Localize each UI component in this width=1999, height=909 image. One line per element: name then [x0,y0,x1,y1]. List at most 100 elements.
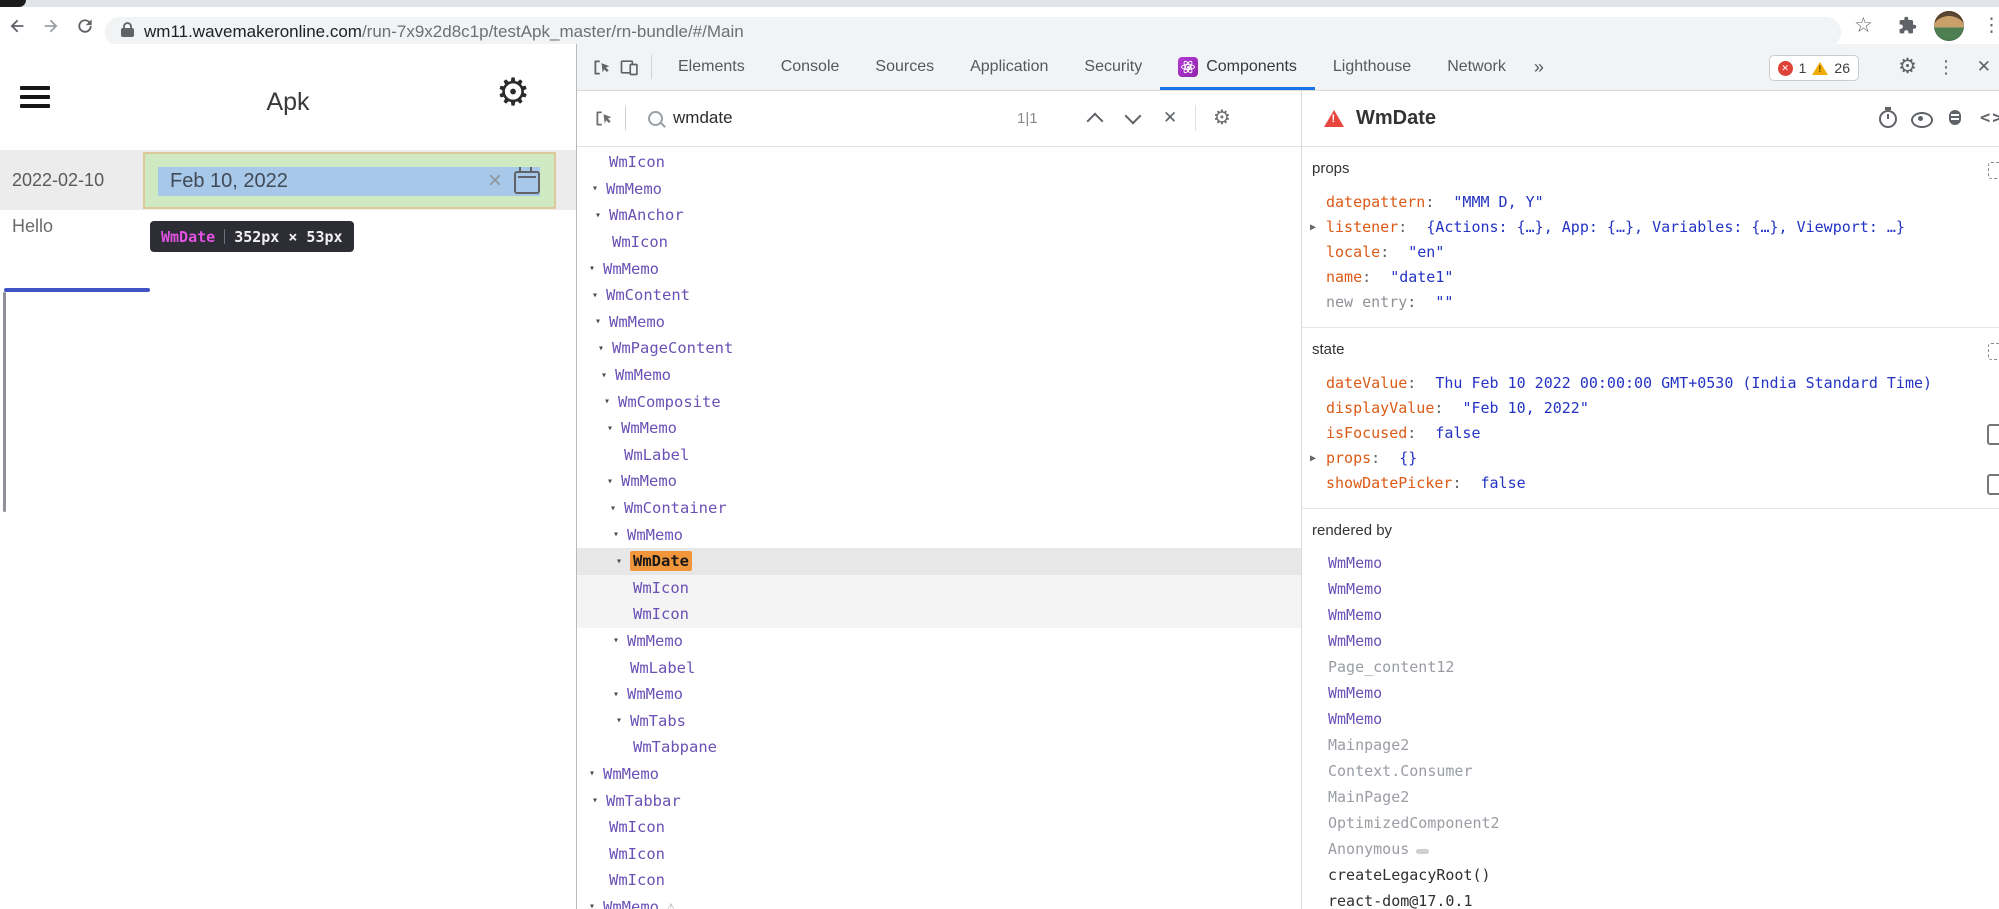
state-row[interactable]: showDatePicker false [1302,471,1999,496]
tree-row[interactable]: WmIcon ⚠ [577,814,1301,841]
components-settings-icon[interactable]: ⚙ [1213,90,1231,146]
tree-row[interactable]: WmLabel ⚠ [577,654,1301,681]
tree-row[interactable]: WmMemo ⚠ [577,468,1301,495]
state-row[interactable]: displayValue "Feb 10, 2022" [1302,396,1999,421]
tree-row[interactable]: WmAnchor ⚠ [577,202,1301,229]
tree-row[interactable]: WmDate ⚠ [577,548,1301,575]
prop-value[interactable]: {Actions: {…}, App: {…}, Variables: {…},… [1426,218,1905,236]
rendered-by-item[interactable]: WmMemo [1302,680,1999,706]
expand-arrow-icon[interactable] [610,503,624,514]
tree-row[interactable]: WmMemo ⚠ [577,628,1301,655]
view-source-icon[interactable]: <> [1980,90,1999,146]
date-input[interactable]: Feb 10, 2022 × [158,167,540,196]
state-value[interactable]: false [1435,424,1480,442]
app-settings-gear-icon[interactable]: ⚙ [496,74,530,112]
tree-row[interactable]: WmTabs ⚠ [577,707,1301,734]
extensions-icon[interactable] [1898,16,1917,40]
rendered-by-item[interactable]: WmMemo [1302,550,1999,576]
tree-row[interactable]: WmIcon ⚠ [577,229,1301,256]
rendered-by-item[interactable]: WmMemo [1302,628,1999,654]
forward-button[interactable] [34,15,68,37]
bookmark-star-icon[interactable]: ☆ [1854,7,1873,44]
prop-row[interactable]: datepattern "MMM D, Y" [1302,190,1999,215]
tree-row[interactable]: WmIcon ⚠ [577,575,1301,602]
expand-arrow-icon[interactable] [589,901,603,909]
component-search-input[interactable]: wmdate [673,108,733,128]
tree-row[interactable]: WmContainer ⚠ [577,495,1301,522]
prop-row[interactable]: name "date1" [1302,265,1999,290]
devtools-tab[interactable]: Elements [660,44,763,90]
expand-arrow-icon[interactable] [589,263,603,274]
tree-row[interactable]: WmIcon ⚠ [577,601,1301,628]
devtools-tab[interactable]: Sources [857,44,952,90]
devtools-tab[interactable]: Application [952,44,1066,90]
prop-value[interactable]: "en" [1408,243,1444,261]
back-button[interactable] [0,15,34,37]
debug-icon[interactable] [1949,110,1961,125]
rendered-by-item[interactable]: MainPage2 [1302,784,1999,810]
rendered-by-item[interactable]: createLegacyRoot() [1302,862,1999,888]
prop-row[interactable]: listener {Actions: {…}, App: {…}, Variab… [1302,215,1999,240]
reload-button[interactable] [68,16,102,36]
devtools-tab[interactable]: Console [763,44,858,90]
value-checkbox[interactable] [1987,474,1999,495]
expand-arrow-icon[interactable] [616,556,630,567]
expand-arrow-icon[interactable] [592,290,606,301]
state-value[interactable]: "Feb 10, 2022" [1462,399,1588,417]
browser-menu-icon[interactable]: ⋮ [1982,7,1999,44]
devtools-tab[interactable]: Components [1160,44,1315,90]
tree-row[interactable]: WmTabbar ⚠ [577,787,1301,814]
prop-value[interactable]: "" [1435,293,1453,311]
clear-date-icon[interactable]: × [488,167,502,196]
left-scrollbar[interactable] [3,292,6,512]
profile-avatar[interactable] [1934,11,1964,41]
next-result-icon[interactable] [1125,108,1142,125]
devtools-tab[interactable]: Security [1066,44,1160,90]
expand-arrow-icon[interactable] [592,795,606,806]
tree-row[interactable]: WmMemo ⚠ [577,255,1301,282]
tree-row[interactable]: WmTabpane ⚠ [577,734,1301,761]
address-bar[interactable]: wm11.wavemakeronline.com/run-7x9x2d8c1p/… [105,17,1841,47]
expand-arrow-icon[interactable] [616,715,630,726]
prop-value[interactable]: "MMM D, Y" [1453,193,1543,211]
rendered-by-item[interactable]: WmMemo [1302,602,1999,628]
value-checkbox[interactable] [1987,424,1999,445]
rendered-by-item[interactable]: WmMemo [1302,706,1999,732]
rendered-by-item[interactable]: Page_content12 [1302,654,1999,680]
tree-row[interactable]: WmComposite ⚠ [577,388,1301,415]
expand-arrow-icon[interactable] [613,635,627,646]
devtools-tab[interactable]: Network [1429,44,1524,90]
select-component-icon[interactable] [589,108,617,129]
log-timing-icon[interactable] [1879,110,1897,128]
tree-row[interactable]: WmMemo ⚠ [577,309,1301,336]
inspect-dom-icon[interactable] [1911,112,1933,128]
devtools-menu-icon[interactable]: ⋮ [1937,44,1955,90]
state-row[interactable]: props {} [1302,446,1999,471]
tree-row[interactable]: WmIcon ⚠ [577,149,1301,176]
tree-row[interactable]: WmMemo ⚠ [577,415,1301,442]
rendered-by-item[interactable]: Mainpage2 [1302,732,1999,758]
expand-arrow-icon[interactable] [613,689,627,700]
rendered-by-item[interactable]: WmMemo [1302,576,1999,602]
rendered-by-item[interactable]: Context.Consumer [1302,758,1999,784]
expand-arrow-icon[interactable] [607,423,621,434]
device-toolbar-icon[interactable] [615,57,643,77]
expand-arrow-icon[interactable] [595,210,609,221]
rendered-by-item[interactable]: OptimizedComponent2 [1302,810,1999,836]
tree-row[interactable]: WmMemo ⚠ [577,761,1301,788]
rendered-by-item[interactable]: react-dom@17.0.1 [1302,888,1999,909]
expand-arrow-icon[interactable] [592,183,606,194]
expand-prop-icon[interactable] [1310,215,1316,240]
tree-row[interactable]: WmMemo ⚠ [577,521,1301,548]
state-value[interactable]: Thu Feb 10 2022 00:00:00 GMT+0530 (India… [1435,374,1932,392]
devtools-close-icon[interactable]: ✕ [1977,44,1991,90]
copy-props-icon[interactable] [1988,162,1999,179]
tree-row[interactable]: WmContent ⚠ [577,282,1301,309]
devtools-tab[interactable]: Lighthouse [1315,44,1429,90]
expand-arrow-icon[interactable] [598,343,612,354]
tree-row[interactable]: WmIcon ⚠ [577,867,1301,894]
prop-value[interactable]: "date1" [1390,268,1453,286]
expand-arrow-icon[interactable] [607,476,621,487]
more-tabs-icon[interactable]: » [1524,57,1554,78]
expand-arrow-icon[interactable] [589,768,603,779]
